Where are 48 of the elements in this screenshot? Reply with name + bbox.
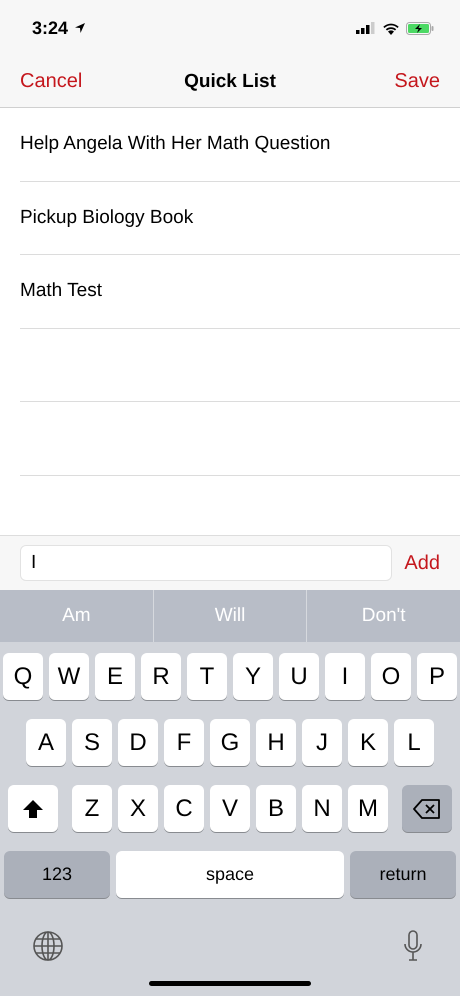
letter-key[interactable]: H — [256, 719, 296, 766]
shift-arrow-icon — [22, 798, 44, 818]
letter-key[interactable]: C — [164, 785, 204, 832]
letter-key[interactable]: U — [279, 653, 319, 700]
shift-key[interactable] — [8, 785, 58, 832]
letter-key[interactable]: X — [118, 785, 158, 832]
backspace-key[interactable] — [402, 785, 452, 832]
letter-key[interactable]: Z — [72, 785, 112, 832]
screen-title: Quick List — [184, 70, 276, 92]
letter-key[interactable]: I — [325, 653, 365, 700]
add-button[interactable]: Add — [404, 552, 440, 574]
numbers-key[interactable]: 123 — [4, 851, 110, 898]
letter-key[interactable]: D — [118, 719, 158, 766]
location-arrow-icon — [74, 22, 86, 34]
space-key[interactable]: space — [116, 851, 344, 898]
letter-key[interactable]: S — [72, 719, 112, 766]
save-button[interactable]: Save — [394, 70, 440, 93]
input-field[interactable]: I — [20, 545, 392, 581]
battery-charging-icon — [406, 22, 434, 34]
letter-key[interactable]: T — [187, 653, 227, 700]
cancel-button[interactable]: Cancel — [20, 70, 82, 93]
letter-key[interactable]: O — [371, 653, 411, 700]
letter-key[interactable]: N — [302, 785, 342, 832]
microphone-icon[interactable] — [402, 930, 424, 962]
letter-key[interactable]: B — [256, 785, 296, 832]
letter-key[interactable]: L — [394, 719, 434, 766]
status-time: 3:24 — [32, 18, 68, 38]
list-item[interactable]: Math Test — [20, 280, 102, 302]
signal-icon — [356, 22, 376, 34]
letter-key[interactable]: P — [417, 653, 457, 700]
globe-icon[interactable] — [32, 930, 64, 962]
letter-key[interactable]: W — [49, 653, 89, 700]
list-item[interactable]: Help Angela With Her Math Question — [20, 133, 330, 156]
list-item[interactable]: Pickup Biology Book — [20, 206, 194, 229]
letter-key[interactable]: Y — [233, 653, 273, 700]
letter-key[interactable]: Q — [3, 653, 43, 700]
letter-key[interactable]: K — [348, 719, 388, 766]
letter-key[interactable]: R — [141, 653, 181, 700]
letter-key[interactable]: E — [95, 653, 135, 700]
letter-key[interactable]: V — [210, 785, 250, 832]
wifi-icon — [382, 22, 400, 34]
backspace-icon — [413, 798, 441, 818]
letter-key[interactable]: J — [302, 719, 342, 766]
letter-key[interactable]: A — [26, 719, 66, 766]
letter-key[interactable]: M — [348, 785, 388, 832]
return-key[interactable]: return — [350, 851, 456, 898]
letter-key[interactable]: G — [210, 719, 250, 766]
letter-key[interactable]: F — [164, 719, 204, 766]
